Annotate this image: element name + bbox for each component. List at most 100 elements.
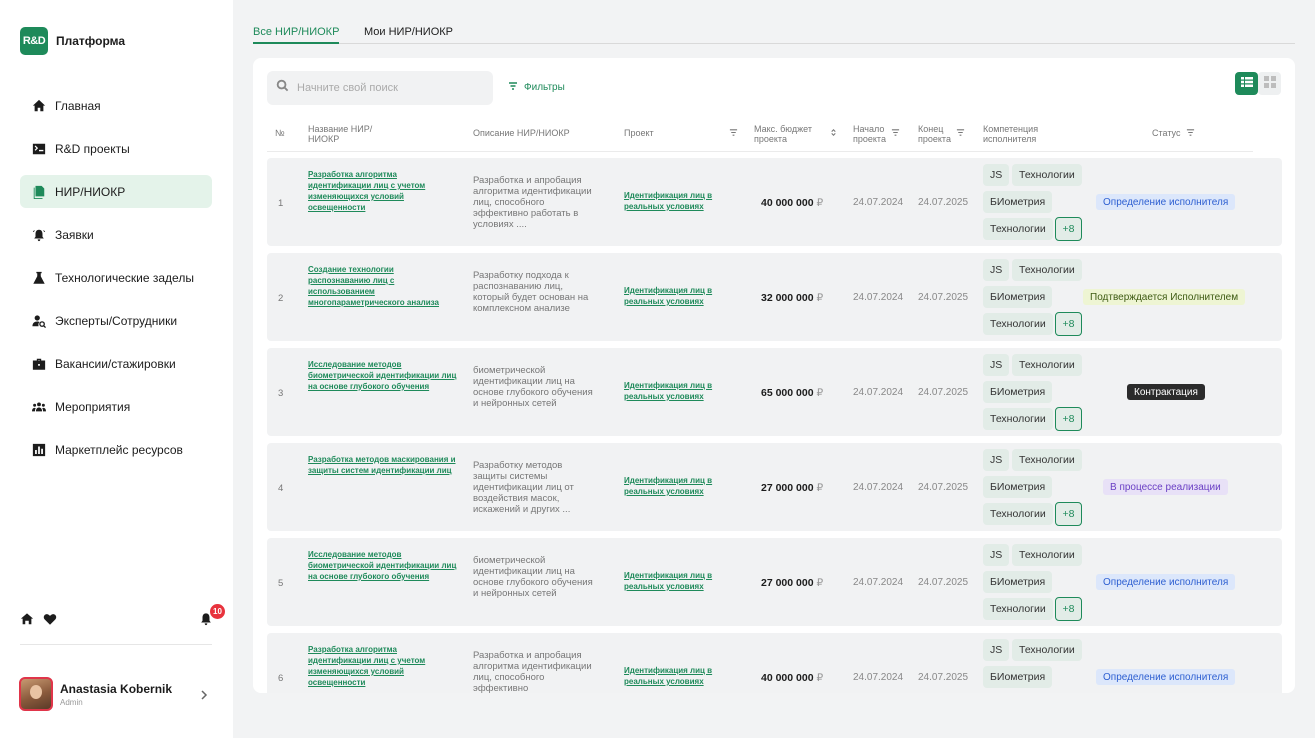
table-body: 1 Разработка алгоритма идентификации лиц… [267,158,1282,693]
user-profile[interactable]: Anastasia Kobernik Admin [19,677,213,711]
table-row[interactable]: 4 Разработка методов маскирования и защи… [267,443,1282,531]
competence-chip: Технологии [1012,164,1082,186]
briefcase-icon [32,357,46,371]
budget-value: 27 000 000 [761,482,814,494]
competence-chip: Технологии [983,218,1053,240]
sidebar-item-marketplace[interactable]: Маркетплейс ресурсов [20,433,212,466]
row-number: 6 [278,673,284,684]
competence-chip: БИометрия [983,666,1053,688]
tab-my-nir[interactable]: Мои НИР/НИОКР [364,26,453,44]
row-name-link[interactable]: Разработка методов маскирования и защиты… [308,454,458,476]
col-desc[interactable]: Описание НИР/НИОКР [473,128,570,138]
more-competences-button[interactable]: +8 [1055,312,1082,336]
status-badge: Определение исполнителя [1096,669,1236,685]
app-logo[interactable]: R&D Платформа [20,27,125,55]
budget-value: 27 000 000 [761,577,814,589]
table-row[interactable]: 1 Разработка алгоритма идентификации лиц… [267,158,1282,246]
heart-icon[interactable] [43,612,57,626]
rd-projects-icon [32,142,46,156]
competence-chip: Технологии [983,598,1053,620]
col-name[interactable]: Название НИР/ НИОКР [308,124,398,144]
competence-chip: БИометрия [983,191,1053,213]
row-name-link[interactable]: Исследование методов биометрической иден… [308,359,458,392]
row-name-link[interactable]: Исследование методов биометрической иден… [308,549,458,582]
sidebar-item-label: Заявки [55,227,94,242]
budget-value: 65 000 000 [761,387,814,399]
home-favorite-icon[interactable] [20,612,34,626]
sidebar-item-label: Маркетплейс ресурсов [55,442,183,457]
competence-chip: Технологии [1012,354,1082,376]
sidebar-nav: Главная R&D проекты НИР/НИОКР Заявки Тех… [20,89,212,476]
more-competences-button[interactable]: +8 [1055,502,1082,526]
row-description: Разработка и апробация алгоритма идентиф… [473,650,592,693]
more-competences-button[interactable]: +8 [1055,407,1082,431]
filter-end-icon[interactable] [956,128,965,139]
row-name-link[interactable]: Разработка алгоритма идентификации лиц с… [308,644,458,688]
competence-chip: БИометрия [983,476,1053,498]
grid-view-icon [1263,75,1276,93]
sidebar-item-requests[interactable]: Заявки [20,218,212,251]
sidebar-item-nir[interactable]: НИР/НИОКР [20,175,212,208]
row-project-link[interactable]: Идентификация лиц в реальных условиях [624,665,724,687]
sidebar-item-rd-projects[interactable]: R&D проекты [20,132,212,165]
filters-button[interactable]: Фильтры [508,81,565,94]
col-project[interactable]: Проект [624,128,654,138]
row-name-link[interactable]: Разработка алгоритма идентификации лиц с… [308,169,458,213]
search-box[interactable] [267,71,493,105]
competence-chip: БИометрия [983,286,1053,308]
competence-chip: Технологии [1012,259,1082,281]
currency-sign: ₽ [816,482,824,494]
row-start-date: 24.07.2024 [853,292,904,303]
competence-chip: JS [983,164,1010,186]
avatar [19,677,53,711]
currency-sign: ₽ [816,197,824,209]
col-competence[interactable]: Компетенция исполнителя [983,124,1063,144]
row-project-link[interactable]: Идентификация лиц в реальных условиях [624,190,724,212]
user-search-icon [32,314,46,328]
competence-chip: JS [983,259,1010,281]
row-name-link[interactable]: Создание технологии распознаванию лиц с … [308,264,458,308]
row-end-date: 24.07.2025 [918,292,969,303]
table-row[interactable]: 2 Создание технологии распознаванию лиц … [267,253,1282,341]
sidebar-item-experts[interactable]: Эксперты/Сотрудники [20,304,212,337]
table-header: № Название НИР/ НИОКР Описание НИР/НИОКР… [267,120,1253,152]
sidebar-item-tech-groundwork[interactable]: Технологические заделы [20,261,212,294]
row-description: биометрической идентификации лиц на осно… [473,555,593,599]
chevron-right-icon[interactable] [199,688,209,700]
documents-icon [32,185,46,199]
filter-start-icon[interactable] [891,128,900,139]
search-input[interactable] [297,82,477,94]
table-row[interactable]: 3 Исследование методов биометрической ид… [267,348,1282,436]
row-project-link[interactable]: Идентификация лиц в реальных условиях [624,380,724,402]
more-competences-button[interactable]: +8 [1055,217,1082,241]
col-budget[interactable]: Макс. бюджет проекта [754,124,824,144]
row-project-link[interactable]: Идентификация лиц в реальных условиях [624,285,724,307]
col-start[interactable]: Начало проекта [853,124,893,144]
row-budget: 40 000 000 ₽ [761,197,823,209]
row-description: Разработка и апробация алгоритма идентиф… [473,175,592,230]
sidebar-item-label: Технологические заделы [55,270,194,285]
row-number: 2 [278,293,284,304]
row-project-link[interactable]: Идентификация лиц в реальных условиях [624,475,724,497]
competence-chip: JS [983,544,1010,566]
sidebar-item-home[interactable]: Главная [20,89,212,122]
bar-chart-icon [32,443,46,457]
competence-chip: Технологии [983,408,1053,430]
grid-view-button[interactable] [1258,72,1281,95]
status-badge: Подтверждается Исполнителем [1083,289,1246,305]
filter-project-icon[interactable] [729,128,738,139]
row-number: 5 [278,578,284,589]
tab-all-nir[interactable]: Все НИР/НИОКР [253,26,340,44]
table-row[interactable]: 5 Исследование методов биометрической ид… [267,538,1282,626]
sort-budget-icon[interactable] [829,128,838,139]
filter-status-icon[interactable] [1186,128,1195,139]
sidebar-item-vacancies[interactable]: Вакансии/стажировки [20,347,212,380]
list-view-button[interactable] [1235,72,1258,95]
sidebar-item-events[interactable]: Мероприятия [20,390,212,423]
table-row[interactable]: 6 Разработка алгоритма идентификации лиц… [267,633,1282,693]
nir-table-card: Фильтры № Название НИР/ НИОКР Описание Н… [253,58,1295,693]
more-competences-button[interactable]: +8 [1055,597,1082,621]
row-project-link[interactable]: Идентификация лиц в реальных условиях [624,570,724,592]
col-status[interactable]: Статус [1152,128,1180,138]
col-end[interactable]: Конец проекта [918,124,954,144]
